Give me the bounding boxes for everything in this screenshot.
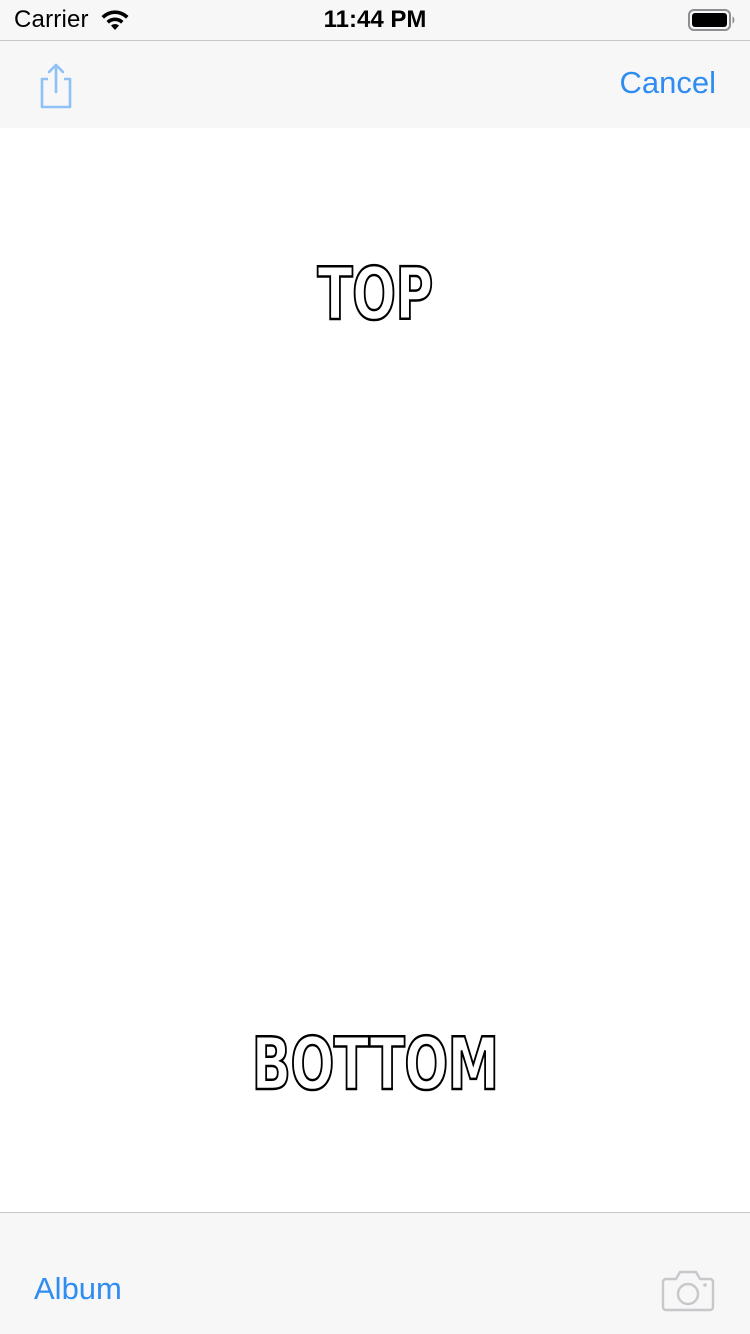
camera-button[interactable] <box>660 1267 716 1313</box>
battery-icon <box>688 9 735 31</box>
navigation-bar: Cancel <box>0 40 750 129</box>
bottom-text-field[interactable]: BOTTOM <box>105 1027 645 1102</box>
album-button[interactable]: Album <box>34 1271 122 1307</box>
share-button[interactable] <box>28 59 84 111</box>
cancel-button[interactable]: Cancel <box>620 65 717 101</box>
status-bar: Carrier 11:44 PM <box>0 0 750 40</box>
bottom-toolbar: Album <box>0 1212 750 1334</box>
status-time: 11:44 PM <box>323 6 427 33</box>
top-text-field[interactable]: TOP <box>105 257 645 332</box>
meme-editor-screen: Carrier 11:44 PM Cancel TOP BOTTOM Album <box>0 0 750 1334</box>
meme-image-area: TOP BOTTOM <box>0 128 750 1212</box>
share-icon <box>40 63 72 109</box>
camera-icon <box>661 1270 715 1312</box>
